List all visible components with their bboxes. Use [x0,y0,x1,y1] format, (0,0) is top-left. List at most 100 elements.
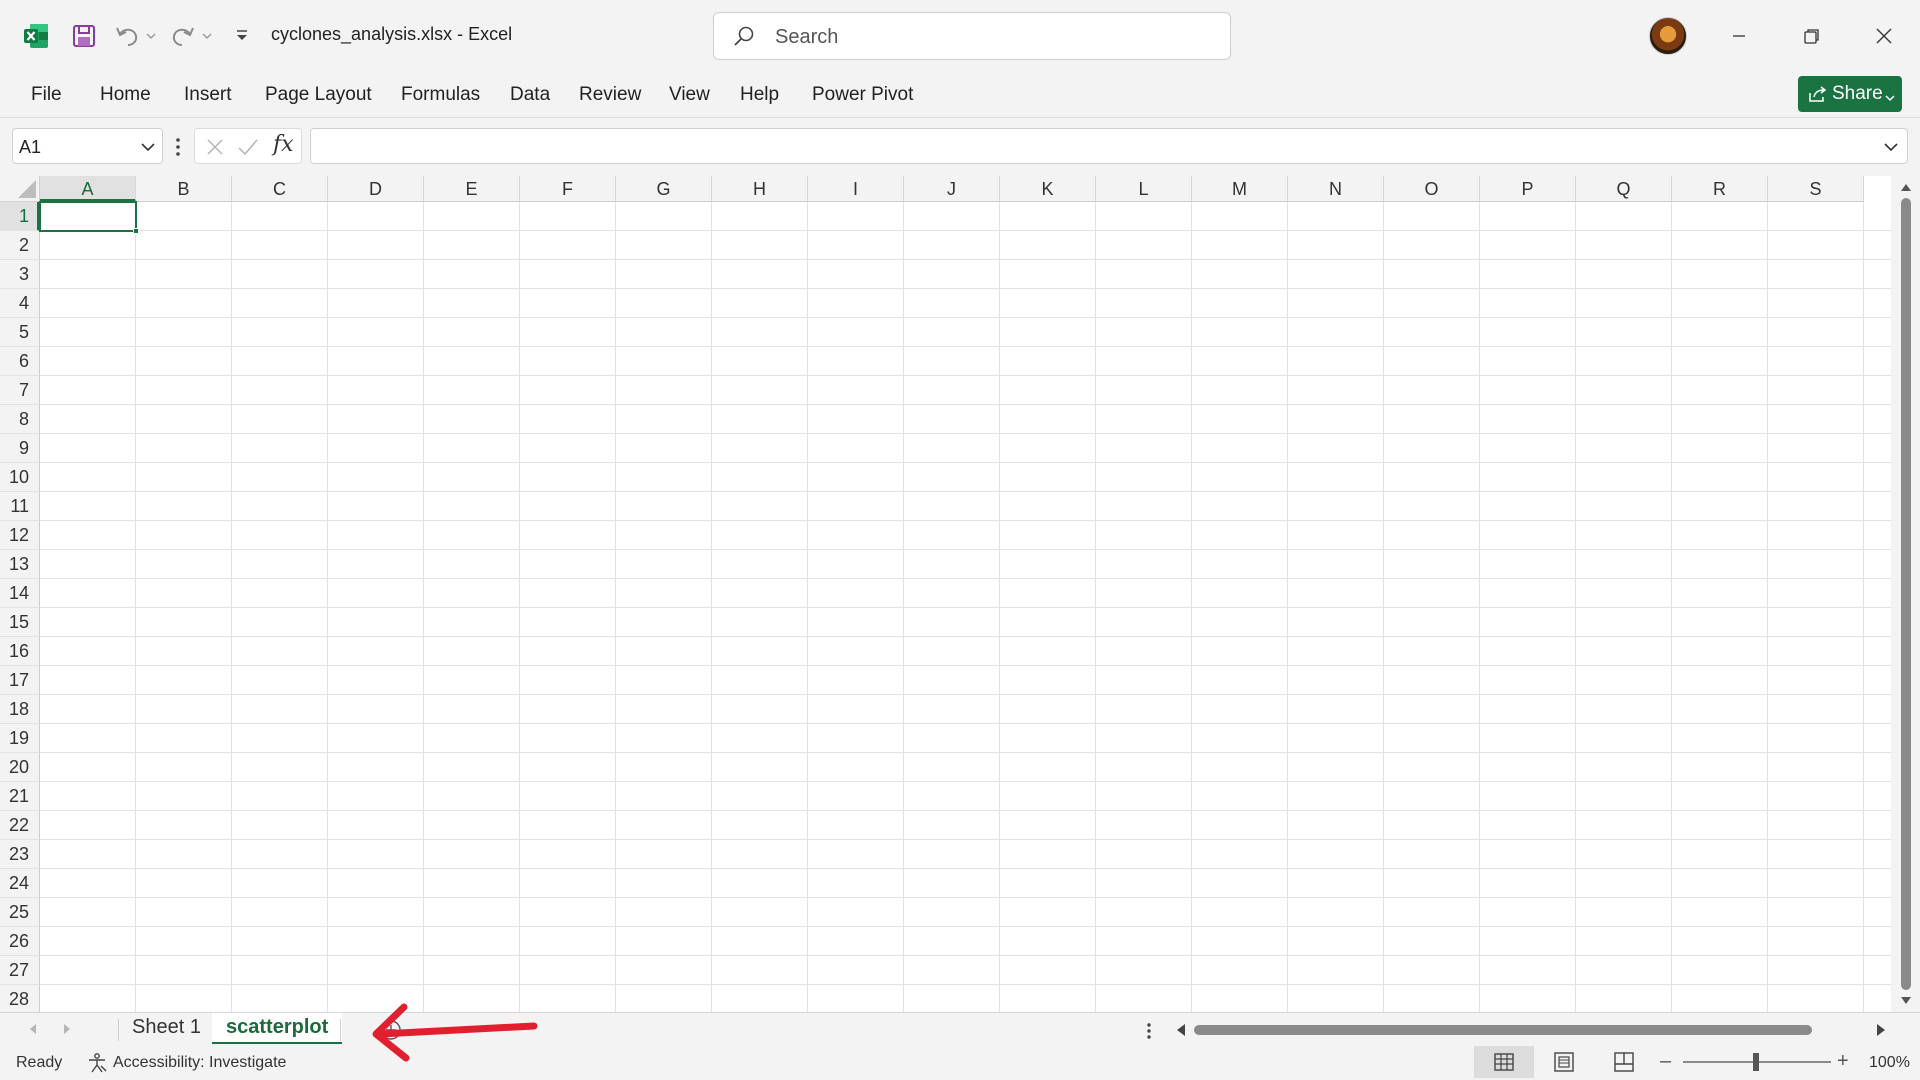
row-header-18[interactable]: 18 [0,695,40,724]
sheet-tab-scatterplot[interactable]: scatterplot [212,1013,343,1045]
more-options-icon[interactable] [172,136,184,158]
column-header-p[interactable]: P [1480,176,1576,202]
row-header-1[interactable]: 1 [0,202,40,231]
column-header-j[interactable]: J [904,176,1000,202]
scroll-down-icon[interactable] [1900,994,1912,1006]
undo-icon[interactable] [112,22,142,50]
menu-formulas[interactable]: Formulas [401,84,480,106]
row-header-11[interactable]: 11 [0,492,40,521]
column-header-b[interactable]: B [136,176,232,202]
previous-sheet-icon[interactable] [26,1021,40,1037]
page-break-view-button[interactable] [1594,1046,1654,1078]
zoom-slider-thumb[interactable] [1753,1053,1759,1071]
next-sheet-icon[interactable] [60,1021,74,1037]
sheet-tab-sheet1[interactable]: Sheet 1 [118,1013,215,1045]
vertical-scrollbar[interactable] [1891,176,1920,1012]
column-header-c[interactable]: C [232,176,328,202]
horizontal-scroll-thumb[interactable] [1194,1025,1812,1035]
page-layout-view-button[interactable] [1534,1046,1594,1078]
cancel-icon[interactable] [205,137,225,157]
minimize-button[interactable] [1721,18,1757,54]
menu-power-pivot[interactable]: Power Pivot [812,84,913,106]
accessibility-status[interactable]: Accessibility: Investigate [113,1054,286,1072]
row-header-22[interactable]: 22 [0,811,40,840]
redo-dropdown-icon[interactable] [200,28,214,44]
column-header-k[interactable]: K [1000,176,1096,202]
column-header-g[interactable]: G [616,176,712,202]
column-header-q[interactable]: Q [1576,176,1672,202]
menu-home[interactable]: Home [100,84,151,106]
insert-function-button[interactable]: fx [273,132,294,157]
scroll-left-icon[interactable] [1174,1022,1188,1038]
chevron-down-icon[interactable] [140,139,156,155]
name-box[interactable]: A1 [12,128,163,164]
enter-checkmark-icon[interactable] [237,137,259,157]
row-header-25[interactable]: 25 [0,898,40,927]
undo-dropdown-icon[interactable] [144,28,158,44]
close-button[interactable] [1866,18,1902,54]
row-header-4[interactable]: 4 [0,289,40,318]
row-header-26[interactable]: 26 [0,927,40,956]
zoom-in-button[interactable]: + [1837,1050,1853,1072]
customize-qat-icon[interactable] [232,26,252,46]
row-header-8[interactable]: 8 [0,405,40,434]
row-header-5[interactable]: 5 [0,318,40,347]
user-avatar[interactable] [1649,17,1687,55]
expand-formula-bar-icon[interactable] [1883,139,1899,155]
column-header-m[interactable]: M [1192,176,1288,202]
menu-page-layout[interactable]: Page Layout [265,84,372,106]
row-header-19[interactable]: 19 [0,724,40,753]
row-header-7[interactable]: 7 [0,376,40,405]
row-header-16[interactable]: 16 [0,637,40,666]
cell-area[interactable] [40,202,1891,1014]
row-header-9[interactable]: 9 [0,434,40,463]
normal-view-button[interactable] [1474,1046,1534,1078]
row-header-17[interactable]: 17 [0,666,40,695]
row-header-21[interactable]: 21 [0,782,40,811]
column-header-a[interactable]: A [40,176,136,202]
column-header-i[interactable]: I [808,176,904,202]
menu-review[interactable]: Review [579,84,641,106]
column-header-h[interactable]: H [712,176,808,202]
menu-view[interactable]: View [669,84,710,106]
share-button[interactable]: Share [1798,76,1902,112]
scroll-up-icon[interactable] [1900,180,1912,192]
row-header-15[interactable]: 15 [0,608,40,637]
row-header-28[interactable]: 28 [0,985,40,1014]
column-header-r[interactable]: R [1672,176,1768,202]
save-icon[interactable] [70,22,98,50]
accessibility-icon[interactable] [86,1052,108,1074]
restore-button[interactable] [1794,18,1830,54]
menu-insert[interactable]: Insert [184,84,232,106]
column-header-e[interactable]: E [424,176,520,202]
vertical-scroll-thumb[interactable] [1901,198,1911,990]
row-header-10[interactable]: 10 [0,463,40,492]
row-header-14[interactable]: 14 [0,579,40,608]
search-box[interactable]: Search [713,12,1231,60]
redo-icon[interactable] [168,22,198,50]
select-all-button[interactable] [0,176,40,202]
fill-handle[interactable] [133,228,139,234]
menu-data[interactable]: Data [510,84,550,106]
row-header-6[interactable]: 6 [0,347,40,376]
row-header-24[interactable]: 24 [0,869,40,898]
zoom-level[interactable]: 100% [1869,1054,1910,1072]
sheet-options-icon[interactable] [1144,1021,1154,1041]
row-header-27[interactable]: 27 [0,956,40,985]
zoom-out-button[interactable]: – [1660,1051,1676,1071]
row-header-2[interactable]: 2 [0,231,40,260]
formula-input[interactable] [310,128,1908,164]
row-header-20[interactable]: 20 [0,753,40,782]
column-header-n[interactable]: N [1288,176,1384,202]
menu-file[interactable]: File [31,84,62,106]
row-header-12[interactable]: 12 [0,521,40,550]
column-header-f[interactable]: F [520,176,616,202]
row-header-23[interactable]: 23 [0,840,40,869]
column-header-o[interactable]: O [1384,176,1480,202]
scroll-right-icon[interactable] [1874,1022,1888,1038]
row-header-3[interactable]: 3 [0,260,40,289]
column-header-d[interactable]: D [328,176,424,202]
menu-help[interactable]: Help [740,84,779,106]
column-header-l[interactable]: L [1096,176,1192,202]
active-cell-a1[interactable] [39,201,137,232]
